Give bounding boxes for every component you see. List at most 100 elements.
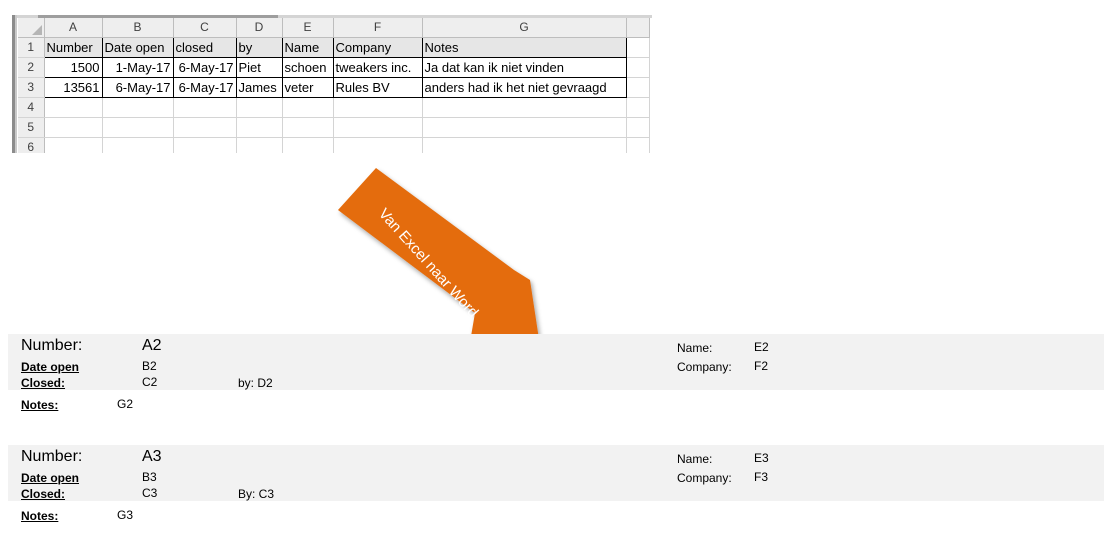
closed-label: Closed:: [21, 487, 66, 501]
cell-d4[interactable]: [236, 97, 283, 118]
cell-c4[interactable]: [173, 97, 237, 118]
cell-g2[interactable]: Ja dat kan ik niet vinden: [422, 57, 627, 78]
cell-c5[interactable]: [173, 117, 237, 138]
name-label: Name:: [677, 452, 713, 466]
cell-g1[interactable]: Notes: [422, 37, 627, 58]
cell-d2[interactable]: Piet: [236, 57, 283, 78]
number-label: Number:: [21, 448, 83, 465]
cell-h6[interactable]: [626, 137, 650, 153]
cell-a5[interactable]: [44, 117, 103, 138]
row-header-1[interactable]: 1: [18, 37, 45, 58]
row-header-6[interactable]: 6: [18, 137, 45, 153]
column-header-e[interactable]: E: [282, 18, 334, 38]
column-header-f[interactable]: F: [333, 18, 423, 38]
cell-b1[interactable]: Date open: [102, 37, 174, 58]
table-row: 6: [18, 137, 650, 153]
column-header-d[interactable]: D: [236, 18, 283, 38]
notes-value: G3: [117, 508, 134, 522]
cell-e4[interactable]: [282, 97, 334, 118]
cell-b6[interactable]: [102, 137, 174, 153]
number-value: A2: [142, 337, 162, 354]
name-value: E2: [754, 340, 769, 354]
notes-label: Notes:: [21, 398, 59, 412]
cell-c1[interactable]: closed: [173, 37, 237, 58]
date-open-value: B2: [142, 359, 157, 373]
select-all-corner[interactable]: [18, 18, 45, 38]
select-all-icon: [31, 25, 42, 35]
cell-f1[interactable]: Company: [333, 37, 423, 58]
cell-b4[interactable]: [102, 97, 174, 118]
table-row: 1 Number Date open closed by Name Compan…: [18, 37, 650, 58]
cell-e6[interactable]: [282, 137, 334, 153]
cell-a4[interactable]: [44, 97, 103, 118]
record-band-1: [8, 334, 1104, 390]
cell-f2[interactable]: tweakers inc.: [333, 57, 423, 78]
name-label: Name:: [677, 341, 713, 355]
cell-d1[interactable]: by: [236, 37, 283, 58]
cell-h1[interactable]: [626, 37, 650, 58]
number-value: A3: [142, 448, 162, 465]
cell-e3[interactable]: veter: [282, 77, 334, 98]
cell-c2[interactable]: 6-May-17: [173, 57, 237, 78]
notes-value: G2: [117, 397, 134, 411]
notes-label: Notes:: [21, 509, 59, 523]
by-text: by: D2: [238, 376, 273, 390]
excel-to-word-arrow: Van Excel naar Word: [338, 168, 540, 348]
by-text: By: C3: [238, 487, 275, 501]
window-left-edge-inner: [15, 15, 17, 153]
column-header-h[interactable]: [626, 18, 650, 38]
cell-f6[interactable]: [333, 137, 423, 153]
closed-value: C2: [142, 375, 158, 389]
cell-h4[interactable]: [626, 97, 650, 118]
cell-g4[interactable]: [422, 97, 627, 118]
table-row: 4: [18, 97, 650, 118]
cell-b2[interactable]: 1-May-17: [102, 57, 174, 78]
row-header-5[interactable]: 5: [18, 117, 45, 138]
cell-g5[interactable]: [422, 117, 627, 138]
cell-g3[interactable]: anders had ik het niet gevraagd: [422, 77, 627, 98]
cell-b3[interactable]: 6-May-17: [102, 77, 174, 98]
cell-g6[interactable]: [422, 137, 627, 153]
table-row: 5: [18, 117, 650, 138]
row-header-2[interactable]: 2: [18, 57, 45, 78]
cell-f5[interactable]: [333, 117, 423, 138]
record-band-2: [8, 445, 1104, 501]
cell-e1[interactable]: Name: [282, 37, 334, 58]
excel-sheet-fragment: A B C D E F G 1 Number Date open closed …: [12, 15, 652, 153]
cell-f3[interactable]: Rules BV: [333, 77, 423, 98]
cell-b5[interactable]: [102, 117, 174, 138]
company-label: Company:: [677, 471, 732, 485]
cell-h2[interactable]: [626, 57, 650, 78]
cell-e5[interactable]: [282, 117, 334, 138]
column-header-c[interactable]: C: [173, 18, 237, 38]
row-header-4[interactable]: 4: [18, 97, 45, 118]
cell-d6[interactable]: [236, 137, 283, 153]
cell-d3[interactable]: James: [236, 77, 283, 98]
cell-c6[interactable]: [173, 137, 237, 153]
cell-c3[interactable]: 6-May-17: [173, 77, 237, 98]
column-header-g[interactable]: G: [422, 18, 627, 38]
cell-a1[interactable]: Number: [44, 37, 103, 58]
column-header-a[interactable]: A: [44, 18, 103, 38]
date-open-value: B3: [142, 470, 157, 484]
date-open-label: Date open: [21, 360, 80, 374]
cell-f4[interactable]: [333, 97, 423, 118]
name-value: E3: [754, 451, 769, 465]
company-value: F3: [754, 470, 769, 484]
spreadsheet-grid: A B C D E F G 1 Number Date open closed …: [18, 18, 650, 153]
table-row: 3 13561 6-May-17 6-May-17 James veter Ru…: [18, 77, 650, 98]
cell-e2[interactable]: schoen: [282, 57, 334, 78]
cell-h5[interactable]: [626, 117, 650, 138]
arrow-shape: [338, 168, 540, 348]
column-header-b[interactable]: B: [102, 18, 174, 38]
cell-a3[interactable]: 13561: [44, 77, 103, 98]
date-open-label: Date open: [21, 471, 80, 485]
company-label: Company:: [677, 360, 732, 374]
company-value: F2: [754, 359, 769, 373]
cell-d5[interactable]: [236, 117, 283, 138]
column-header-row: A B C D E F G: [18, 18, 650, 38]
cell-a6[interactable]: [44, 137, 103, 153]
cell-h3[interactable]: [626, 77, 650, 98]
cell-a2[interactable]: 1500: [44, 57, 103, 78]
row-header-3[interactable]: 3: [18, 77, 45, 98]
